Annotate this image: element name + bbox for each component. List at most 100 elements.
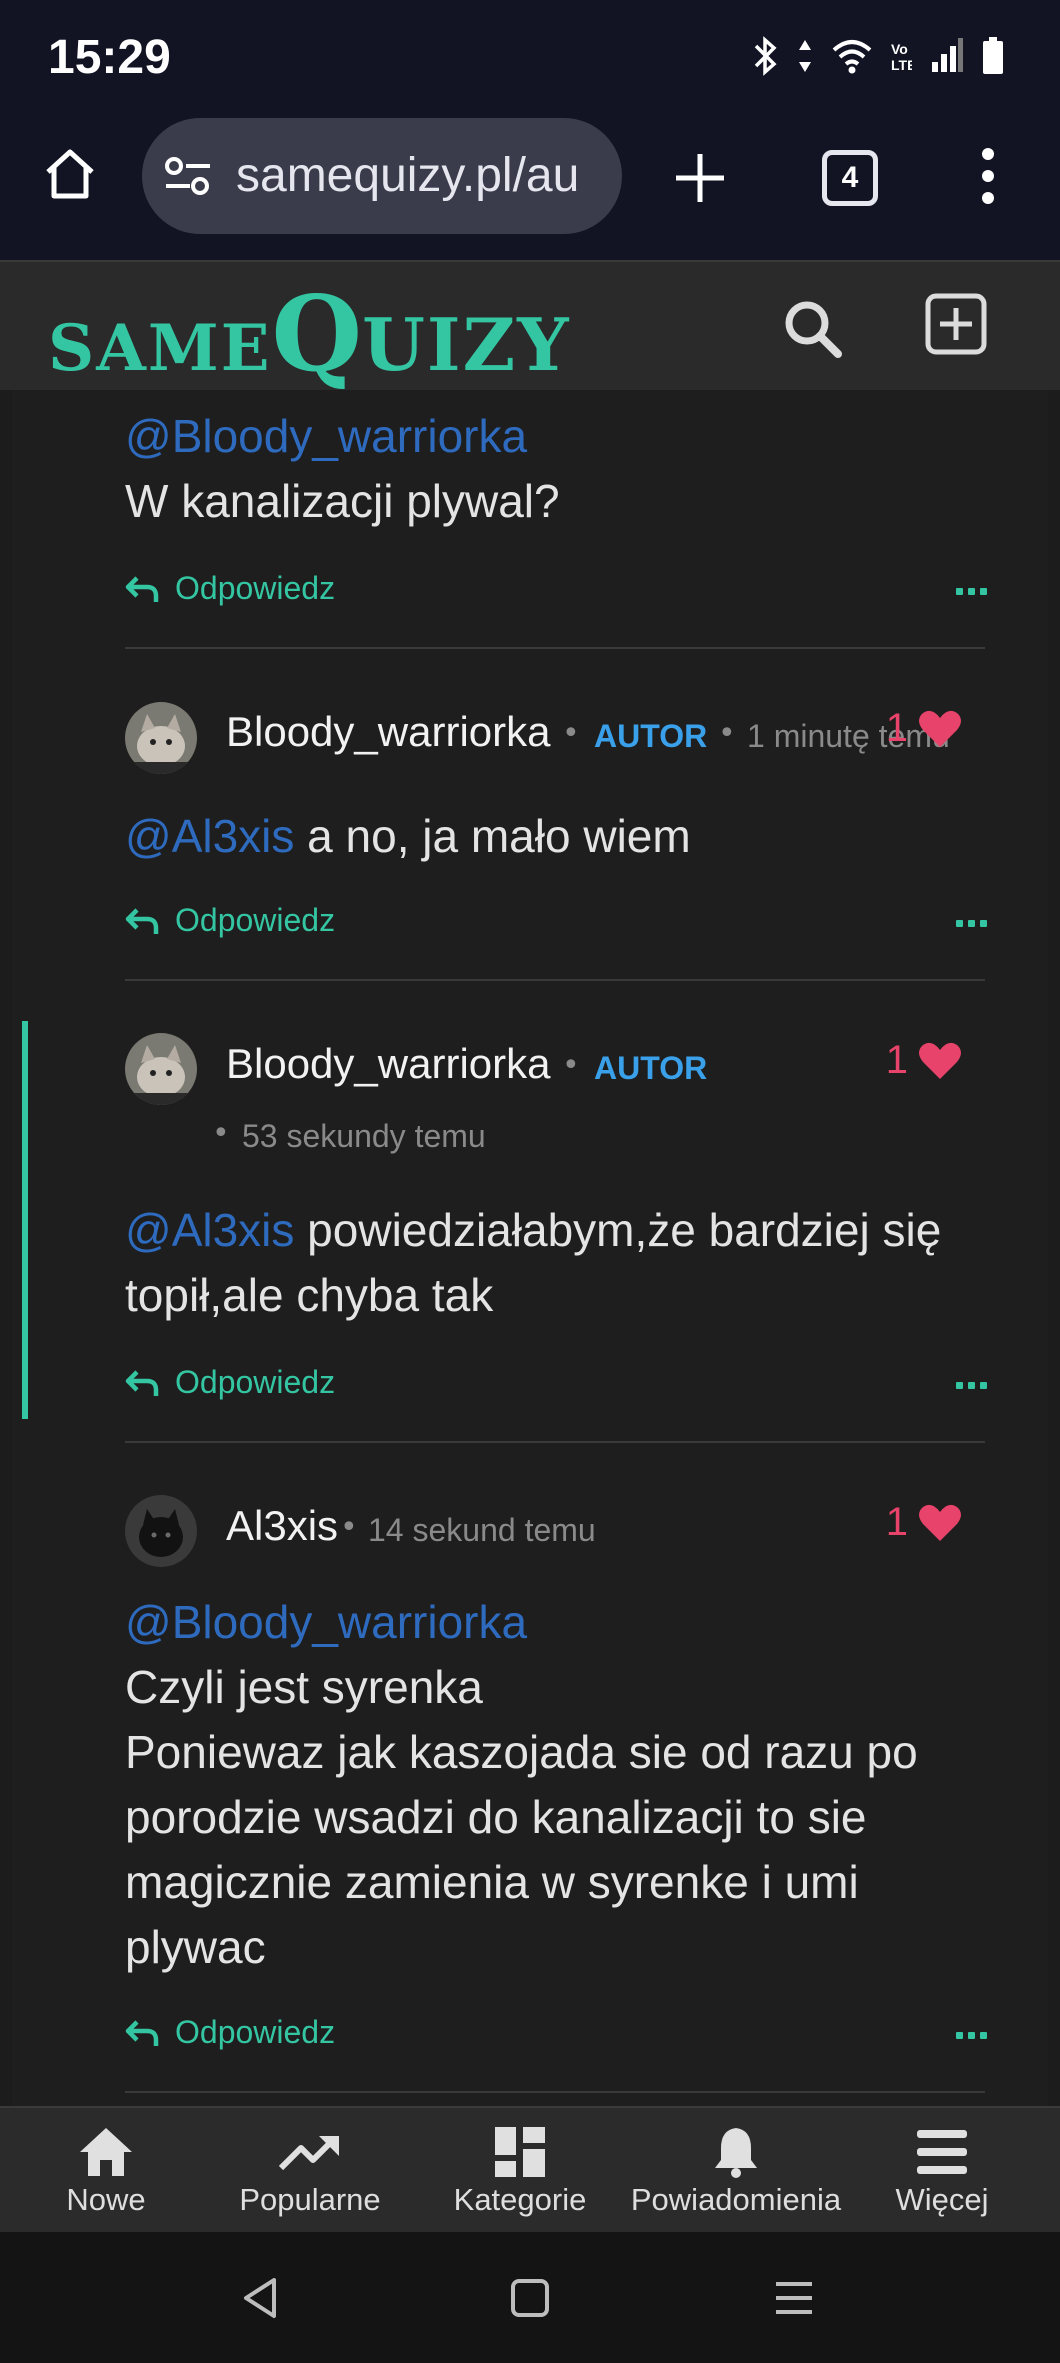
like-count: 1 [885, 1038, 908, 1082]
mention-link[interactable]: @Al3xis [125, 1204, 294, 1256]
heart-icon [919, 1042, 961, 1079]
reply-button[interactable]: Odpowiedz [125, 1364, 335, 1401]
comment-divider [125, 647, 985, 649]
dashboard-icon [495, 2127, 545, 2177]
separator-dot: • [212, 1116, 230, 1151]
samequizy-logo[interactable]: SAMEQUIZY [48, 272, 571, 395]
svg-text:Vo: Vo [891, 41, 908, 57]
recents-icon[interactable] [774, 2280, 814, 2316]
back-icon[interactable] [240, 2276, 280, 2320]
reply-label: Odpowiedz [175, 570, 336, 606]
bottom-navigation: Nowe Popularne Kategorie Powiadomienia W… [0, 2106, 1060, 2234]
reply-icon [125, 2019, 159, 2046]
home-square-icon[interactable] [510, 2278, 550, 2318]
svg-text:LTE: LTE [891, 57, 912, 73]
nav-label: Powiadomienia [630, 2182, 842, 2217]
like-button[interactable]: 1 [886, 1038, 962, 1083]
nav-kategorie[interactable]: Kategorie [414, 2122, 626, 2218]
logo-q: Q [271, 272, 363, 395]
comment-body: @Bloody_warriorka Czyli jest syrenka Pon… [125, 1590, 985, 1980]
comment-time: 14 sekund temu [368, 1512, 596, 1548]
comment-author[interactable]: Bloody_warriorka [226, 1040, 550, 1088]
nav-popularne[interactable]: Popularne [204, 2122, 416, 2218]
nav-label: Popularne [239, 2182, 381, 2217]
nav-label: Kategorie [453, 2182, 587, 2217]
nav-label: Nowe [66, 2182, 146, 2217]
mention-link[interactable]: @Bloody_warriorka [125, 1596, 527, 1648]
reply-icon [125, 1369, 159, 1396]
mention-link[interactable]: @Al3xis [125, 810, 294, 862]
comments-section: @Bloody_warriorka W kanalizacji plywal? … [0, 390, 1060, 2106]
comment-author[interactable]: Al3xis [226, 1502, 338, 1550]
wifi-icon [832, 40, 872, 74]
data-arrows-icon [799, 40, 811, 72]
logo-same: SAME [48, 311, 272, 386]
site-header: SAMEQUIZY [0, 260, 1060, 395]
reply-button[interactable]: Odpowiedz [125, 2014, 335, 2051]
signal-icon [932, 38, 963, 72]
like-count: 1 [885, 1500, 908, 1544]
logo-uizy: UIZY [362, 302, 571, 387]
avatar[interactable] [125, 1033, 197, 1105]
comment-author[interactable]: Bloody_warriorka [226, 708, 550, 756]
reply-icon [125, 575, 159, 602]
avatar[interactable] [125, 1495, 197, 1567]
more-options-icon[interactable] [956, 588, 987, 595]
status-icons: Vo LTE [752, 36, 1004, 76]
home-icon[interactable] [40, 144, 100, 204]
author-badge: AUTOR [594, 1050, 708, 1086]
comment-body: @Bloody_warriorka W kanalizacji plywal? [125, 404, 985, 534]
search-icon[interactable] [782, 298, 844, 360]
add-quiz-icon[interactable] [924, 292, 988, 356]
thread-indicator [22, 1021, 28, 1419]
nav-wiecej[interactable]: Więcej [836, 2122, 1048, 2218]
comments-panel: @Bloody_warriorka W kanalizacji plywal? … [12, 390, 1048, 2106]
tab-switcher-button[interactable]: 4 [822, 150, 878, 206]
nav-nowe[interactable]: Nowe [0, 2122, 212, 2218]
author-badge: AUTOR [594, 718, 708, 754]
status-bar: 15:29 Vo LTE [0, 0, 1060, 118]
comment-text: Czyli jest syrenka [125, 1661, 483, 1713]
separator-dot: • [562, 1048, 580, 1083]
nav-powiadomienia[interactable]: Powiadomienia [630, 2122, 842, 2218]
menu-icon [917, 2130, 967, 2174]
reply-label: Odpowiedz [175, 2014, 336, 2050]
reply-label: Odpowiedz [175, 902, 336, 938]
home-icon [80, 2128, 132, 2176]
like-button[interactable]: 1 [886, 706, 962, 751]
more-options-icon[interactable] [956, 1382, 987, 1389]
comment-text: Poniewaz jak kaszojada sie od razu po po… [125, 1726, 918, 1973]
address-bar[interactable]: samequizy.pl/au [142, 118, 622, 234]
like-button[interactable]: 1 [886, 1500, 962, 1545]
bluetooth-icon [754, 36, 777, 76]
comment-divider [125, 1441, 985, 1443]
reply-button[interactable]: Odpowiedz [125, 902, 335, 939]
avatar[interactable] [125, 702, 197, 774]
site-settings-icon[interactable] [164, 156, 212, 196]
comment-time: 53 sekundy temu [242, 1118, 486, 1154]
browser-toolbar: samequizy.pl/au 4 [0, 118, 1060, 260]
reply-button[interactable]: Odpowiedz [125, 570, 335, 607]
comment-body: @Al3xis powiedziałabym,że bardziej się t… [125, 1198, 985, 1328]
mention-link[interactable]: @Bloody_warriorka [125, 410, 527, 462]
comment-divider [125, 2091, 985, 2093]
reply-label: Odpowiedz [175, 1364, 336, 1400]
separator-dot: • [562, 716, 580, 751]
like-count: 1 [885, 706, 908, 750]
separator-dot: • [340, 1510, 358, 1545]
url-text[interactable]: samequizy.pl/au [236, 148, 604, 203]
new-tab-icon[interactable] [672, 150, 728, 206]
trending-icon [279, 2136, 339, 2171]
more-options-icon[interactable] [956, 2032, 987, 2039]
nav-label: Więcej [895, 2182, 989, 2217]
comment-divider [125, 979, 985, 981]
battery-icon [983, 37, 1003, 74]
separator-dot: • [718, 716, 736, 751]
heart-icon [919, 710, 961, 747]
more-vert-icon[interactable] [980, 146, 996, 206]
bell-icon [715, 2128, 757, 2178]
more-options-icon[interactable] [956, 920, 987, 927]
system-navigation-bar [0, 2232, 1060, 2363]
status-time: 15:29 [48, 31, 171, 84]
comment-text: a no, ja mało wiem [294, 810, 691, 862]
